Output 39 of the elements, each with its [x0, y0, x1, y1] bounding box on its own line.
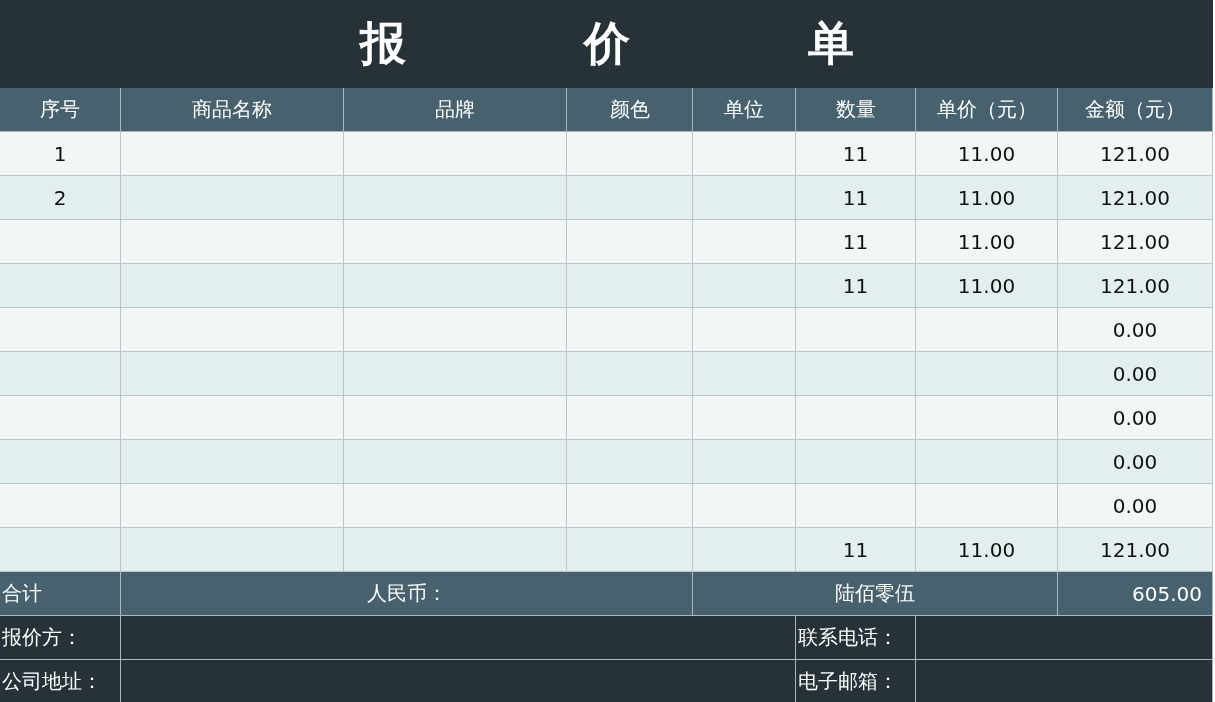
table-cell: 1: [0, 132, 121, 176]
column-header: 品牌: [344, 88, 567, 132]
table-cell: 121.00: [1058, 132, 1213, 176]
footer-label: 联系电话：: [796, 616, 916, 660]
footer-label: 报价方：: [0, 616, 121, 660]
column-header: 单价（元）: [916, 88, 1058, 132]
table-cell: 121.00: [1058, 528, 1213, 572]
total-amount: 605.00: [1058, 572, 1213, 616]
table-cell: 0.00: [1058, 484, 1213, 528]
table-cell: 2: [0, 176, 121, 220]
table-cell: 0.00: [1058, 440, 1213, 484]
table-cell: 11.00: [916, 264, 1058, 308]
table-cell: 11: [796, 176, 916, 220]
column-header: 金额（元）: [1058, 88, 1213, 132]
column-header: 单位: [693, 88, 796, 132]
currency-label: 人民币：: [121, 572, 693, 616]
table-cell: 121.00: [1058, 176, 1213, 220]
column-header: 数量: [796, 88, 916, 132]
amount-in-words: 陆佰零伍: [693, 572, 1058, 616]
table-cell: 11: [796, 220, 916, 264]
sheet-title: 报价单: [358, 15, 1032, 72]
total-label: 合计: [0, 572, 121, 616]
table-cell: 121.00: [1058, 264, 1213, 308]
table-cell: 11.00: [916, 220, 1058, 264]
table-cell: 11: [796, 528, 916, 572]
column-header: 序号: [0, 88, 121, 132]
table-cell: 11.00: [916, 528, 1058, 572]
table-cell: 11.00: [916, 176, 1058, 220]
footer-label: 电子邮箱：: [796, 660, 916, 702]
column-header: 商品名称: [121, 88, 344, 132]
footer-label: 公司地址：: [0, 660, 121, 702]
table-cell: 11.00: [916, 132, 1058, 176]
table-cell: 0.00: [1058, 352, 1213, 396]
table-cell: 11: [796, 132, 916, 176]
table-cell: 0.00: [1058, 308, 1213, 352]
column-header: 颜色: [567, 88, 693, 132]
table-cell: 121.00: [1058, 220, 1213, 264]
table-cell: 11: [796, 264, 916, 308]
table-cell: 0.00: [1058, 396, 1213, 440]
